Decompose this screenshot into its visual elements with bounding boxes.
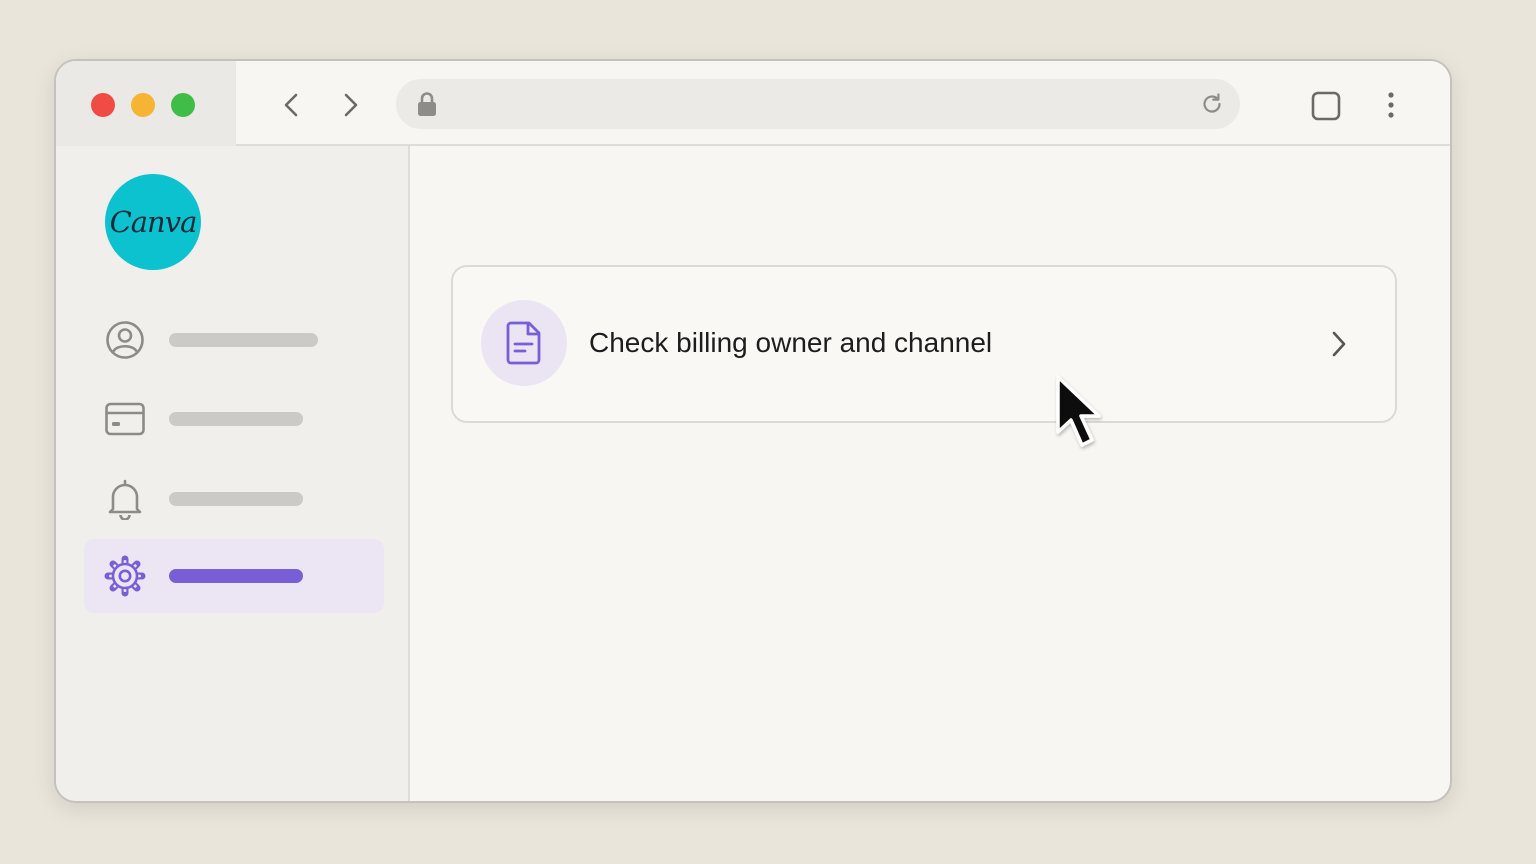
- sidebar-item-account[interactable]: [84, 303, 384, 377]
- logo-text: Canva: [109, 205, 198, 239]
- forward-button[interactable]: [336, 89, 366, 121]
- credit-card-icon: [104, 398, 146, 440]
- main-content: Check billing owner and channel: [412, 146, 1450, 801]
- back-button[interactable]: [276, 89, 306, 121]
- reload-icon[interactable]: [1200, 92, 1224, 116]
- chevron-left-icon: [284, 93, 298, 117]
- sidebar-item-placeholder-label: [169, 333, 318, 347]
- billing-check-card[interactable]: Check billing owner and channel: [451, 265, 1397, 423]
- bell-icon: [104, 478, 146, 520]
- sidebar-item-notifications[interactable]: [84, 462, 384, 536]
- maximize-window-button[interactable]: [171, 93, 195, 117]
- sidebar-item-placeholder-label: [169, 569, 303, 583]
- canva-logo: Canva: [105, 174, 201, 270]
- address-bar[interactable]: [396, 79, 1240, 129]
- document-icon: [481, 300, 567, 386]
- more-options-icon[interactable]: [1381, 90, 1401, 122]
- browser-window: Canva Check billing owner and channel: [54, 59, 1452, 803]
- lock-icon: [418, 92, 436, 116]
- mouse-pointer-icon: [1056, 375, 1101, 447]
- gear-icon: [104, 555, 146, 597]
- close-window-button[interactable]: [91, 93, 115, 117]
- browser-toolbar: [56, 61, 1450, 146]
- sidebar-item-settings[interactable]: [84, 539, 384, 613]
- chevron-right-icon: [344, 93, 358, 117]
- chevron-right-icon: [1332, 331, 1346, 357]
- window-controls: [56, 61, 236, 146]
- sidebar: Canva: [56, 146, 410, 801]
- card-label: Check billing owner and channel: [589, 327, 993, 358]
- sidebar-item-placeholder-label: [169, 412, 303, 426]
- sidebar-item-placeholder-label: [169, 492, 303, 506]
- minimize-window-button[interactable]: [131, 93, 155, 117]
- tab-overview-icon[interactable]: [1310, 90, 1342, 122]
- sidebar-item-billing[interactable]: [84, 382, 384, 456]
- user-circle-icon: [104, 319, 146, 361]
